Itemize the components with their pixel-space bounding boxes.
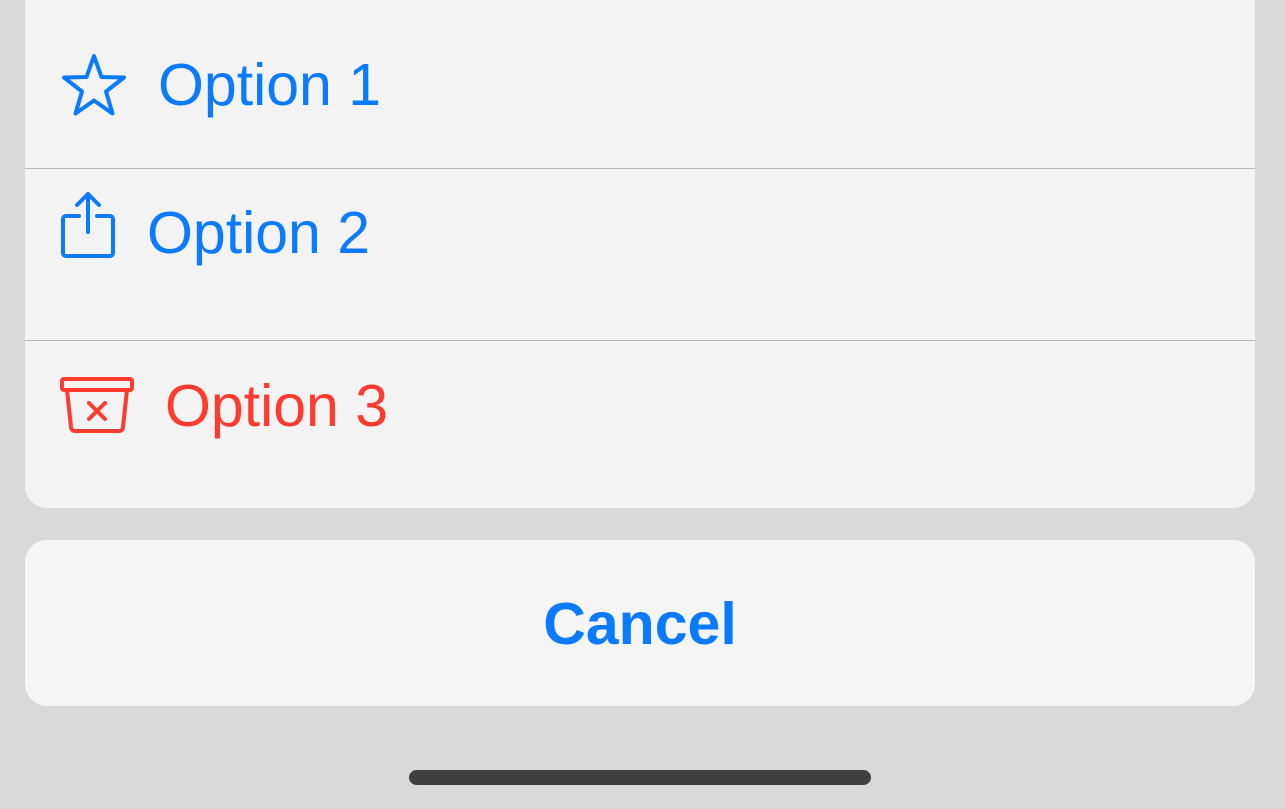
option-1-button[interactable]: Option 1 — [25, 0, 1255, 148]
option-3-label: Option 3 — [165, 373, 389, 439]
action-sheet: Option 1 Option 2 Option 3 — [25, 0, 1255, 508]
share-icon — [61, 192, 115, 258]
option-2-button[interactable]: Option 2 — [25, 148, 1255, 320]
star-icon — [62, 54, 126, 116]
delete-bin-icon — [60, 377, 134, 433]
cancel-button[interactable]: Cancel — [25, 540, 1255, 706]
home-indicator[interactable] — [409, 770, 871, 785]
option-2-label: Option 2 — [147, 200, 371, 266]
cancel-label: Cancel — [543, 591, 737, 657]
option-1-label: Option 1 — [158, 52, 382, 118]
option-3-button[interactable]: Option 3 — [25, 320, 1255, 488]
